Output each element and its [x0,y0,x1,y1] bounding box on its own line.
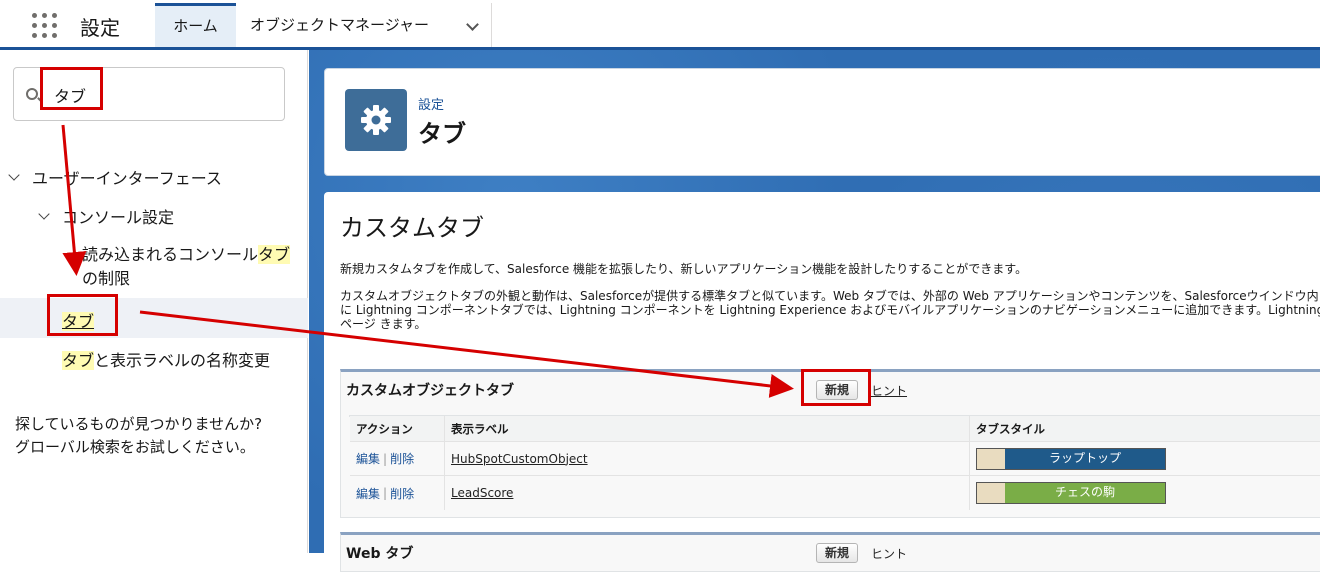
annotation-arrows [61,124,794,398]
